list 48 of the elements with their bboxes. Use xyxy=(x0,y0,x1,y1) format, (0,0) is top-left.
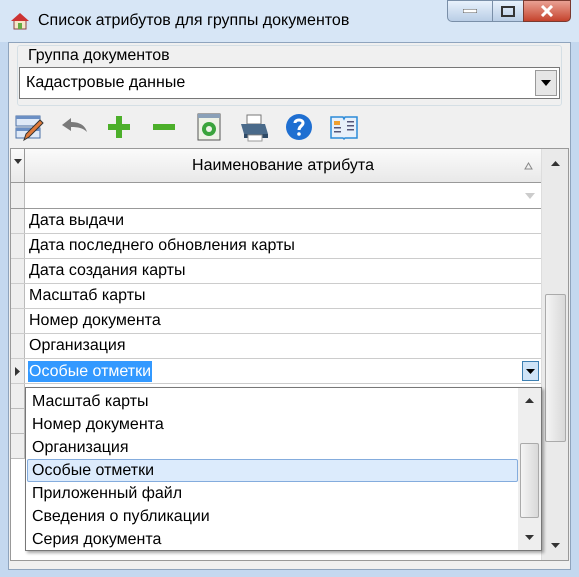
scroll-up-icon[interactable] xyxy=(550,161,560,166)
row-header-cell[interactable] xyxy=(11,234,25,258)
window-title: Список атрибутов для группы документов xyxy=(38,11,350,31)
row-header-cell[interactable] xyxy=(11,284,25,308)
printer-icon[interactable] xyxy=(239,112,269,142)
dropdown-item[interactable]: Масштаб карты xyxy=(27,390,518,413)
table-cell-text: Дата выдачи xyxy=(28,211,126,231)
table-cell-text: Дата последнего обновления карты xyxy=(28,236,296,256)
sort-icon xyxy=(524,162,533,170)
table-cell-text: Дата создания карты xyxy=(28,261,186,281)
row-header-cell xyxy=(11,434,25,459)
dropdown-item[interactable]: Сведения о публикации xyxy=(27,505,518,528)
minimize-icon xyxy=(463,9,477,13)
dropdown-item[interactable]: Номер документа xyxy=(27,413,518,436)
column-menu-button[interactable] xyxy=(11,149,25,182)
scrollbar[interactable] xyxy=(541,149,568,560)
table-cell-text: Организация xyxy=(28,336,126,356)
dropdown-item[interactable]: Особые отметки xyxy=(27,459,518,482)
scroll-down-icon[interactable] xyxy=(525,535,534,540)
row-header-cell xyxy=(11,183,25,208)
dropdown-item[interactable]: Организация xyxy=(27,436,518,459)
row-header-cell xyxy=(11,409,25,434)
row-header-cell xyxy=(11,384,25,409)
scroll-thumb[interactable] xyxy=(544,294,566,442)
row-header-cell[interactable] xyxy=(11,334,25,358)
row-header-cell[interactable] xyxy=(11,309,25,333)
scroll-up-icon[interactable] xyxy=(525,398,534,403)
scroll-down-icon[interactable] xyxy=(550,543,560,548)
close-button[interactable] xyxy=(523,0,571,22)
current-row-icon xyxy=(15,366,20,376)
dropdown-item[interactable]: Приложенный файл xyxy=(27,482,518,505)
table-cell-text: Номер документа xyxy=(28,311,162,331)
maximize-icon xyxy=(501,6,515,16)
group-dropdown[interactable]: Кадастровые данные xyxy=(19,67,560,99)
close-icon xyxy=(540,5,554,17)
scroll-thumb[interactable] xyxy=(520,443,539,518)
dropdown-item[interactable]: Серия документа xyxy=(27,528,518,551)
row-header-cell[interactable] xyxy=(11,259,25,283)
table-cell-text: Масштаб карты xyxy=(28,286,147,306)
maximize-button[interactable] xyxy=(493,0,523,22)
group-label: Группа документов xyxy=(28,46,171,66)
house-icon xyxy=(10,11,30,31)
help-icon[interactable] xyxy=(284,112,314,142)
caret-icon xyxy=(14,159,22,164)
filter-arrow-icon xyxy=(525,192,535,198)
row-header-cell[interactable] xyxy=(11,209,25,233)
row-header-cell[interactable] xyxy=(11,359,25,383)
dropdown-scrollbar[interactable] xyxy=(518,388,541,550)
